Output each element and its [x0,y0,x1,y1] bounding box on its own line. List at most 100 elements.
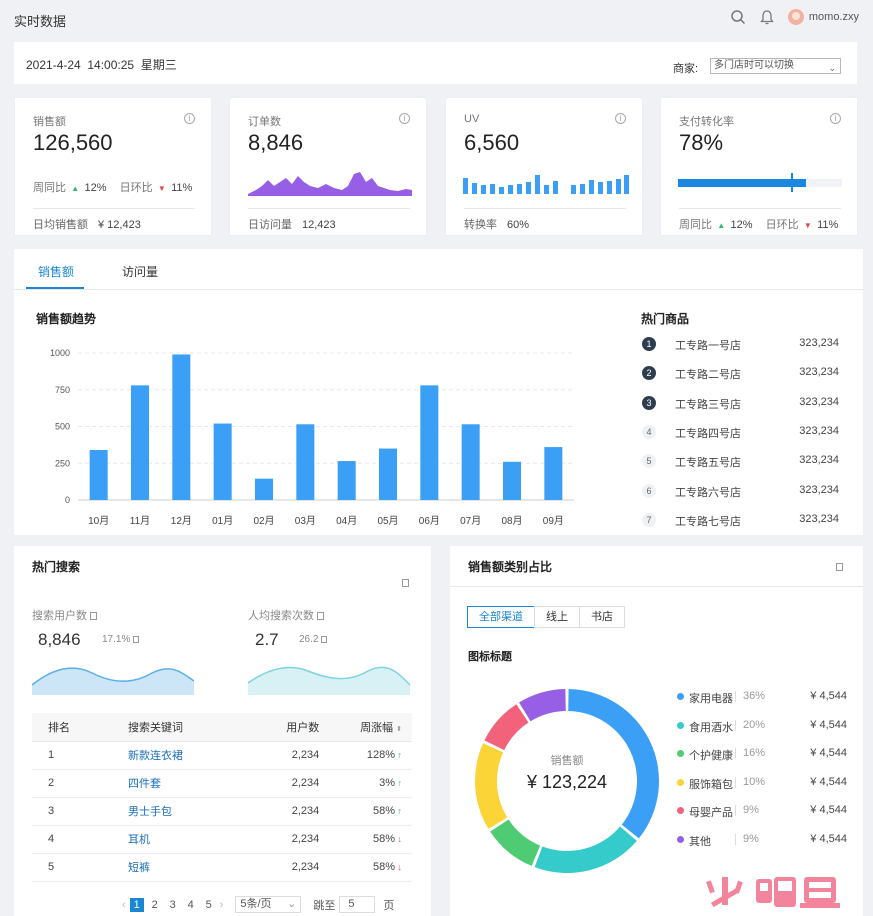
goto-input[interactable]: 5 [339,896,376,913]
info-icon[interactable]: i [184,113,195,124]
legend-name: 其他 [689,836,711,848]
info-icon[interactable]: i [615,113,626,124]
tab-visits[interactable]: 访问量 [122,263,158,280]
legend-item[interactable]: 母婴产品 9% ¥ 4,544 [677,803,847,819]
page-list: 12345 [129,897,216,912]
page-number[interactable]: 1 [129,897,144,912]
search-icon[interactable] [730,9,746,25]
bar[interactable] [296,424,315,500]
bar[interactable] [337,461,356,500]
cell-keyword-link[interactable]: 新款连衣裙 [110,741,260,770]
bar[interactable] [379,448,397,500]
progress-track [678,179,842,187]
avg-label-text: 人均搜索次数 [248,610,314,622]
cell-change: 58% ↓ [323,853,412,882]
more-icon[interactable] [836,563,843,571]
merchant-select[interactable]: 多门店时可以切换 ⌄ [710,58,841,74]
bar[interactable] [461,424,480,500]
sales-bar-chart: 1000 750 500 250 0 10月 11月 12月 01月 02月 03月 04月 05月 06… [50,348,574,527]
user-menu[interactable]: momo.zxy [787,9,859,25]
channel-online-button[interactable]: 线上 [534,606,580,628]
legend-percent: 9% [743,804,759,817]
rank-value: 323,234 [799,337,839,349]
bar[interactable] [131,385,149,500]
change-value: 58% [372,861,395,873]
cell-users: 2,234 [260,853,324,882]
legend-name: 家用电器 [689,693,733,705]
rank-badge: 4 [642,424,656,439]
legend-item[interactable]: 其他 9% ¥ 4,544 [677,832,847,848]
ranking-row[interactable]: 3 工专路三号店 323,234 [642,395,839,413]
ranking-row[interactable]: 4 工专路四号店 323,234 [642,424,839,442]
chevron-left-icon[interactable]: ‹ [122,899,126,911]
info-icon[interactable] [90,612,98,620]
kpi-label: 销售额 [33,116,66,128]
cell-keyword-link[interactable]: 耳机 [110,825,260,854]
rank-store-name: 工专路六号店 [675,486,741,499]
tab-sales[interactable]: 销售额 [38,263,74,280]
table-row: 2 四件套 2,234 3% ↑ [32,769,412,798]
page-number[interactable]: 5 [202,898,216,912]
bar[interactable] [544,447,563,500]
info-icon[interactable] [317,612,325,620]
sales-tabs-card: 销售额 访问量 销售额趋势 1000 750 500 250 0 10月 11月 12月 01月… [14,249,863,535]
sort-icon[interactable]: ⬍ [396,726,402,733]
rank-badge: 5 [642,454,656,469]
legend-item[interactable]: 食用酒水 20% ¥ 4,544 [677,718,847,734]
rank-store-name: 工专路二号店 [675,369,741,382]
page-number[interactable]: 3 [166,898,180,912]
bar[interactable] [503,461,521,500]
legend-item[interactable]: 家用电器 36% ¥ 4,544 [677,689,847,705]
page-size-select[interactable]: 5条/页 ⌄ [235,896,302,913]
legend-separator [735,776,736,788]
bell-icon[interactable] [760,9,774,25]
table-row: 4 耳机 2,234 58% ↓ [32,825,412,854]
kpi-label: 支付转化率 [679,116,734,128]
page-number[interactable]: 2 [148,898,162,912]
avg-search-area-chart [248,666,410,695]
cell-rank: 4 [32,825,110,854]
legend-item[interactable]: 服饰箱包 10% ¥ 4,544 [677,775,847,791]
legend-value: ¥ 4,544 [810,833,847,845]
wow-value: 12% [84,182,107,194]
col-users[interactable]: 用户数 [260,713,324,742]
arrow-down-icon: ↓ [394,834,402,844]
donut-slice[interactable] [484,704,529,751]
ranking-row[interactable]: 6 工专路六号店 323,234 [642,483,839,501]
page-number[interactable]: 4 [184,898,198,912]
bar[interactable] [172,354,191,500]
ranking-row[interactable]: 1 工专路一号店 323,234 [642,336,839,354]
cell-keyword-link[interactable]: 短裤 [110,853,260,882]
more-icon[interactable] [402,579,409,587]
cell-keyword-link[interactable]: 四件套 [110,769,260,798]
avg-search-label: 人均搜索次数 [248,607,325,623]
info-icon[interactable]: i [830,113,841,124]
donut-slice[interactable] [490,819,541,866]
bar[interactable] [420,385,439,500]
legend-color-dot [677,750,684,758]
channel-bookstore-button[interactable]: 书店 [579,606,625,628]
x-tick-label: 06月 [419,515,440,527]
bar[interactable] [89,450,108,500]
cell-rank: 3 [32,797,110,826]
col-change[interactable]: 周涨幅 ⬍ [323,713,412,742]
legend-item[interactable]: 个护健康 16% ¥ 4,544 [677,746,847,762]
ranking-row[interactable]: 5 工专路五号店 323,234 [642,453,839,471]
hot-search-title: 热门搜索 [32,560,81,574]
cell-keyword-link[interactable]: 男士手包 [110,797,260,826]
donut-slice[interactable] [534,826,637,873]
donut-slice[interactable] [519,689,566,722]
bar[interactable] [213,423,232,500]
chevron-right-icon[interactable]: › [220,899,224,911]
bar[interactable] [255,478,273,500]
divider [14,289,863,290]
ranking-row[interactable]: 2 工专路二号店 323,234 [642,365,839,383]
info-icon[interactable]: i [399,113,410,124]
ranking-row[interactable]: 7 工专路七号店 323,234 [642,512,839,530]
kpi-label: UV [464,113,480,125]
trend-row: 周同比 ▲ 12% 日环比 ▼ 11% [33,179,192,195]
arrow-up-icon: ↑ [394,750,402,760]
rank-badge: 6 [642,483,656,498]
channel-all-button[interactable]: 全部渠道 [467,606,535,628]
page-size-value: 5条/页 [240,898,272,910]
